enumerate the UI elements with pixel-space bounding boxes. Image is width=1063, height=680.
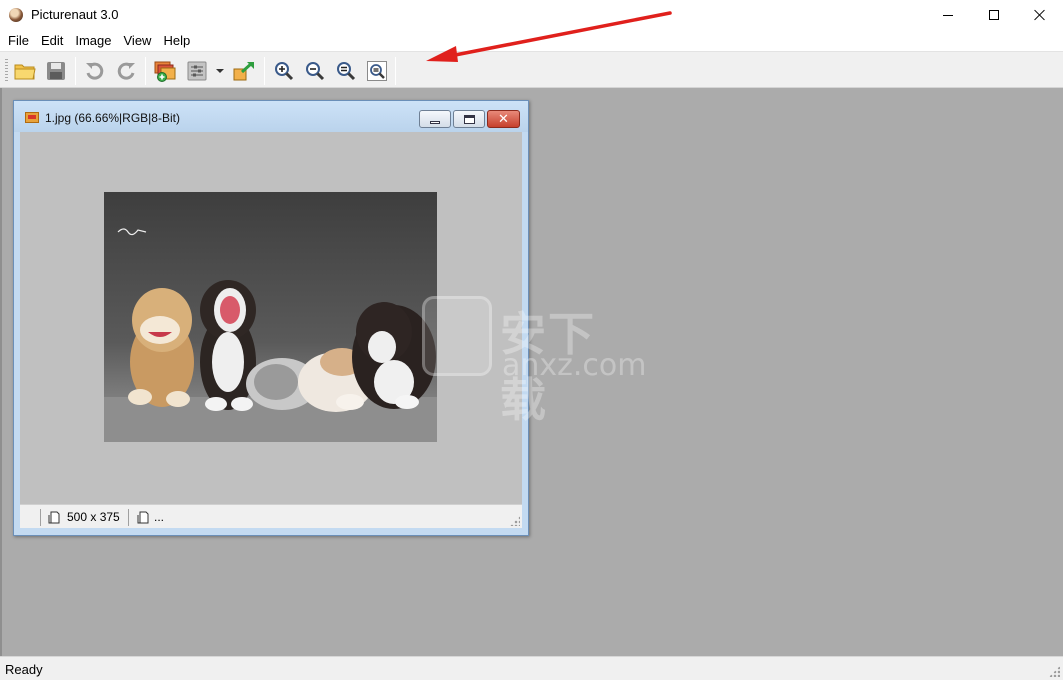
annotation-arrow [426, 11, 672, 62]
minimize-button[interactable] [925, 0, 971, 30]
zoom-in-button[interactable] [272, 59, 296, 83]
watermark-shield-icon [422, 296, 492, 376]
dropdown-arrow-icon [216, 69, 224, 73]
minimize-icon [430, 120, 440, 124]
open-button[interactable] [13, 59, 37, 83]
zoom-actual-size-button[interactable] [334, 59, 358, 83]
zoom-fit-button[interactable] [365, 59, 389, 83]
document-resize-grip[interactable] [510, 516, 520, 526]
menu-edit[interactable]: Edit [35, 30, 69, 51]
close-button[interactable] [1017, 0, 1063, 30]
document-restore-button[interactable] [453, 110, 485, 128]
tone-mapping-button[interactable] [185, 59, 209, 83]
toolbar-separator [264, 57, 265, 85]
document-secondary-status: ... [154, 510, 165, 524]
document-title: 1.jpg (66.66%|RGB|8-Bit) [45, 111, 180, 125]
export-icon [233, 61, 254, 81]
status-separator [128, 509, 129, 526]
document-status-bar: 500 x 375 ... [20, 504, 522, 528]
puppies-photo [104, 192, 437, 442]
image-size-icon [48, 511, 60, 524]
zoom-actual-icon [337, 62, 356, 81]
toolbar-separator [75, 57, 76, 85]
toolbar-grip[interactable] [5, 59, 8, 83]
generate-hdr-button[interactable] [153, 59, 177, 83]
redo-icon [117, 62, 135, 80]
image-document-icon [25, 112, 39, 123]
image-dimensions: 500 x 375 [67, 510, 120, 524]
menu-image[interactable]: Image [69, 30, 117, 51]
document-close-button[interactable]: ✕ [487, 110, 520, 128]
menu-help[interactable]: Help [157, 30, 196, 51]
undo-button[interactable] [83, 59, 107, 83]
save-button[interactable] [44, 59, 68, 83]
close-icon: ✕ [498, 111, 509, 127]
document-title-bar[interactable]: 1.jpg (66.66%|RGB|8-Bit) ✕ [14, 101, 528, 132]
watermark: 安下载 anxz.com [422, 296, 647, 427]
menu-file[interactable]: File [2, 30, 35, 51]
redo-button[interactable] [114, 59, 138, 83]
close-icon [1034, 9, 1046, 21]
restore-icon [463, 114, 475, 124]
window-resize-grip[interactable] [1049, 666, 1060, 677]
zoom-out-icon [306, 62, 325, 81]
open-folder-icon [14, 64, 36, 80]
status-bar: Ready [0, 656, 1063, 680]
undo-icon [86, 62, 104, 80]
maximize-button[interactable] [971, 0, 1017, 30]
hdr-generate-icon [154, 61, 176, 82]
document-minimize-button[interactable] [419, 110, 451, 128]
save-icon [47, 62, 65, 80]
app-title: Picturenaut 3.0 [31, 7, 119, 22]
toolbar-separator [145, 57, 146, 85]
document-info-icon [137, 511, 149, 524]
export-button[interactable] [232, 59, 256, 83]
app-icon [9, 8, 23, 22]
status-separator [40, 509, 41, 526]
tone-mapping-icon [187, 61, 207, 81]
watermark-domain: anxz.com [502, 348, 647, 383]
zoom-in-icon [275, 62, 294, 81]
minimize-icon [943, 14, 953, 16]
tone-mapping-dropdown[interactable] [213, 59, 227, 83]
maximize-icon [989, 10, 999, 20]
status-text: Ready [5, 662, 43, 677]
zoom-fit-icon [367, 61, 387, 81]
menu-view[interactable]: View [118, 30, 158, 51]
zoom-out-button[interactable] [303, 59, 327, 83]
toolbar-separator [395, 57, 396, 85]
